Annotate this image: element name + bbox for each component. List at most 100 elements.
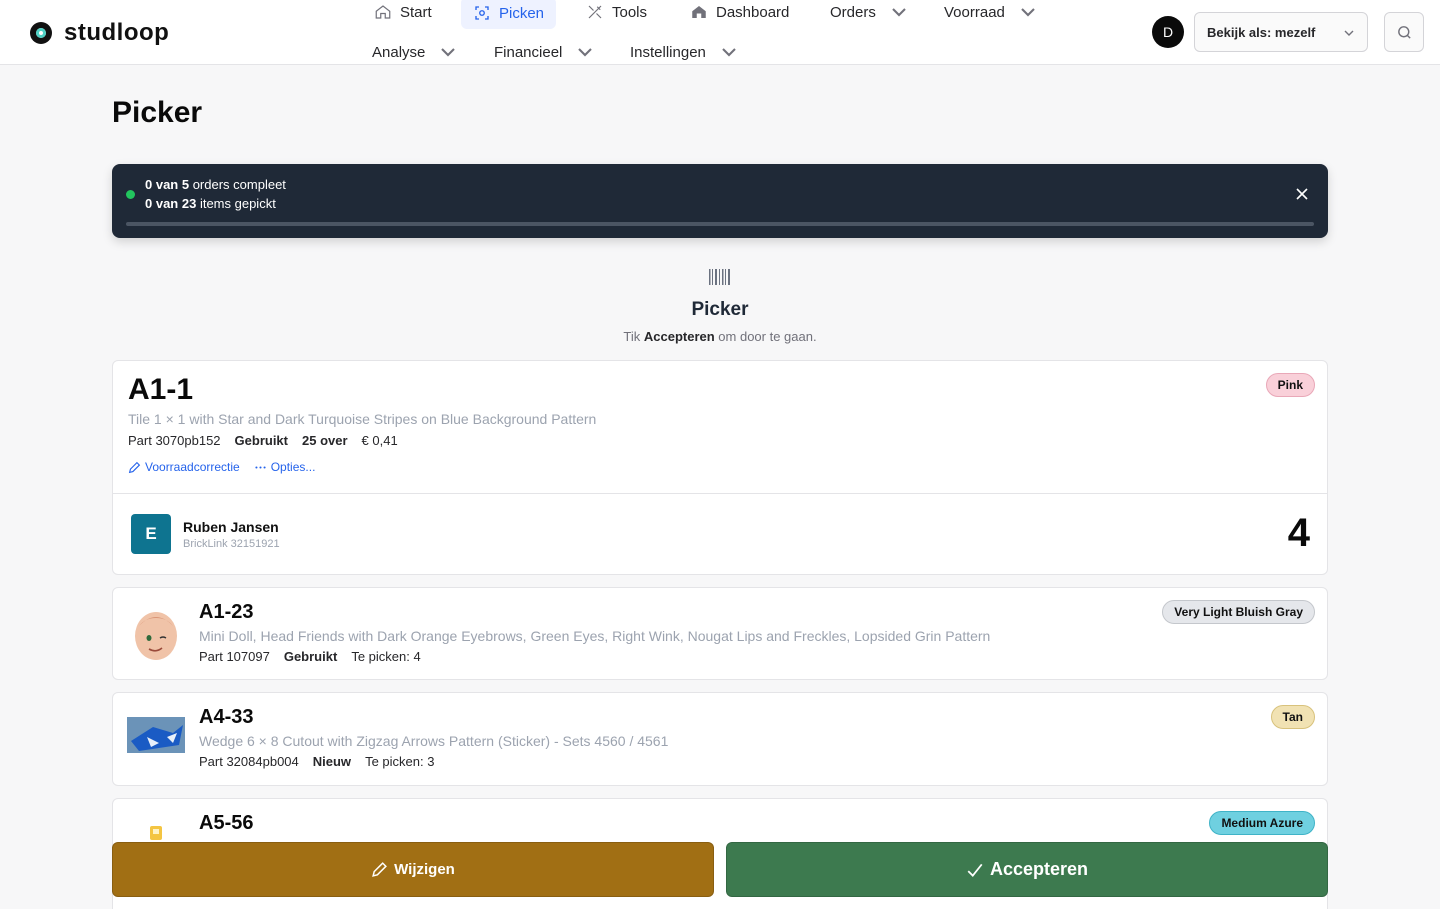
chevron-down-icon (722, 48, 736, 57)
color-badge: Very Light Bluish Gray (1162, 600, 1315, 624)
part-image (135, 612, 177, 660)
brand-name: studloop (64, 19, 170, 46)
progress-banner: 0 van 5 orders compleet 0 van 23 items g… (112, 164, 1328, 238)
scan-icon (475, 6, 489, 20)
pick-quantity: 4 (1287, 511, 1310, 555)
nav-financieel[interactable]: Financieel (482, 37, 606, 67)
stock-correction-link[interactable]: Voorraadcorrectie (128, 460, 240, 474)
items-progress: 0 van 23 items gepickt (145, 196, 276, 211)
picker-heading: Picker Tik Accepteren om door te gaan. (0, 268, 1440, 344)
condition: Nieuw (312, 754, 352, 769)
nav-analyse-label: Analyse (372, 43, 426, 61)
queue-item-card[interactable]: Tan A4-33 Wedge 6 × 8 Cutout with Zigzag… (112, 692, 1328, 786)
search-icon (1397, 25, 1411, 39)
part-image (150, 826, 162, 840)
part-image (127, 717, 185, 753)
queue-item-card[interactable]: Very Light Bluish Gray A1-23 Mini Doll, … (112, 587, 1328, 680)
progress-bar (126, 222, 1314, 226)
status-dot (126, 190, 135, 199)
options-link[interactable]: Opties... (254, 460, 316, 474)
nav-voorraad[interactable]: Voorraad (932, 0, 1049, 27)
chevron-down-icon (892, 8, 906, 17)
item-description: Mini Doll, Head Friends with Dark Orange… (199, 628, 991, 644)
nav-dashboard[interactable]: Dashboard (678, 0, 801, 27)
picker-hint: Tik Accepteren om door te gaan. (0, 329, 1440, 344)
item-meta: Part 3070pb152 Gebruikt 25 over € 0,41 (128, 433, 398, 448)
to-pick: Te picken: 4 (351, 649, 421, 664)
nav-start[interactable]: Start (362, 0, 444, 27)
order-reference: BrickLink 32151921 (183, 538, 280, 550)
chevron-down-icon (1344, 30, 1354, 36)
pencil-icon (372, 862, 388, 877)
color-badge: Pink (1265, 373, 1315, 397)
nav-orders-label: Orders (830, 3, 876, 21)
top-navigation: studloop Start Picken Tools Dashboard Or… (0, 0, 1440, 65)
pencil-icon (128, 461, 141, 473)
hint-bold: Accepteren (643, 329, 715, 344)
nav-analyse[interactable]: Analyse (360, 37, 469, 67)
items-count: 0 van 23 (145, 196, 197, 211)
nav-voorraad-label: Voorraad (944, 3, 1005, 21)
item-meta: Part 107097 Gebruikt Te picken: 4 (199, 649, 421, 664)
nav-instellingen[interactable]: Instellingen (618, 37, 750, 67)
current-item-card: Pink A1-1 Tile 1 × 1 with Star and Dark … (112, 360, 1328, 575)
nav-orders[interactable]: Orders (818, 0, 920, 27)
part-number: Part 32084pb004 (199, 754, 299, 769)
chevron-down-icon (1021, 8, 1035, 17)
edit-label: Wijzigen (394, 861, 455, 878)
chevron-down-icon (578, 48, 593, 57)
item-location: A5-56 (199, 812, 254, 834)
condition: Gebruikt (234, 433, 288, 448)
orders-suffix: orders compleet (189, 177, 286, 192)
nav-tools[interactable]: Tools (574, 0, 659, 27)
price: € 0,41 (361, 433, 398, 448)
item-meta: Part 32084pb004 Nieuw Te picken: 3 (199, 754, 434, 769)
nav-dashboard-label: Dashboard (716, 3, 790, 21)
nav-picken[interactable]: Picken (461, 0, 557, 29)
accept-button[interactable]: Accepteren (726, 842, 1328, 897)
item-description: Wedge 6 × 8 Cutout with Zigzag Arrows Pa… (199, 733, 669, 749)
item-location: A1-1 (128, 373, 194, 406)
view-as-label: Bekijk als: mezelf (1207, 24, 1316, 40)
search-button[interactable] (1384, 12, 1424, 52)
nav-instellingen-label: Instellingen (630, 43, 706, 61)
stock-correction-label: Voorraadcorrectie (145, 460, 240, 474)
divider (113, 493, 1327, 494)
orders-progress: 0 van 5 orders compleet (145, 177, 286, 192)
orders-count: 0 van 5 (145, 177, 190, 192)
barcode-icon (709, 269, 730, 285)
item-location: A1-23 (199, 601, 254, 623)
page-title: Picker (112, 96, 203, 129)
more-icon (255, 465, 266, 469)
nav-financieel-label: Financieel (494, 43, 563, 61)
dashboard-home-icon (692, 6, 706, 18)
nav-picken-label: Picken (499, 4, 545, 22)
condition: Gebruikt (283, 649, 338, 664)
check-icon (967, 863, 983, 877)
customer-avatar: E (131, 514, 171, 554)
accept-label: Accepteren (989, 859, 1089, 879)
hint-suffix: om door te gaan. (714, 329, 817, 344)
hint-prefix: Tik (623, 329, 644, 344)
user-avatar[interactable]: D (1152, 16, 1184, 48)
item-description: Tile 1 × 1 with Star and Dark Turquoise … (128, 411, 597, 427)
nav-start-label: Start (400, 3, 432, 21)
to-pick: Te picken: 3 (365, 754, 435, 769)
home-icon (375, 5, 391, 19)
color-badge: Medium Azure (1209, 811, 1315, 835)
customer-name: Ruben Jansen (183, 519, 279, 535)
options-label: Opties... (270, 460, 316, 474)
part-number: Part 3070pb152 (128, 433, 221, 448)
chevron-down-icon (441, 48, 456, 57)
logo-icon (30, 22, 52, 44)
edit-button[interactable]: Wijzigen (112, 842, 714, 897)
part-number: Part 107097 (199, 649, 270, 664)
items-suffix: items gepickt (196, 196, 276, 211)
nav-tools-label: Tools (612, 3, 648, 21)
item-actions: Voorraadcorrectie Opties... (128, 460, 315, 474)
picker-title: Picker (691, 299, 749, 320)
item-location: A4-33 (199, 706, 254, 728)
brand-logo[interactable]: studloop (30, 19, 169, 47)
view-as-select[interactable]: Bekijk als: mezelf (1194, 12, 1368, 52)
close-icon[interactable] (1294, 186, 1310, 202)
